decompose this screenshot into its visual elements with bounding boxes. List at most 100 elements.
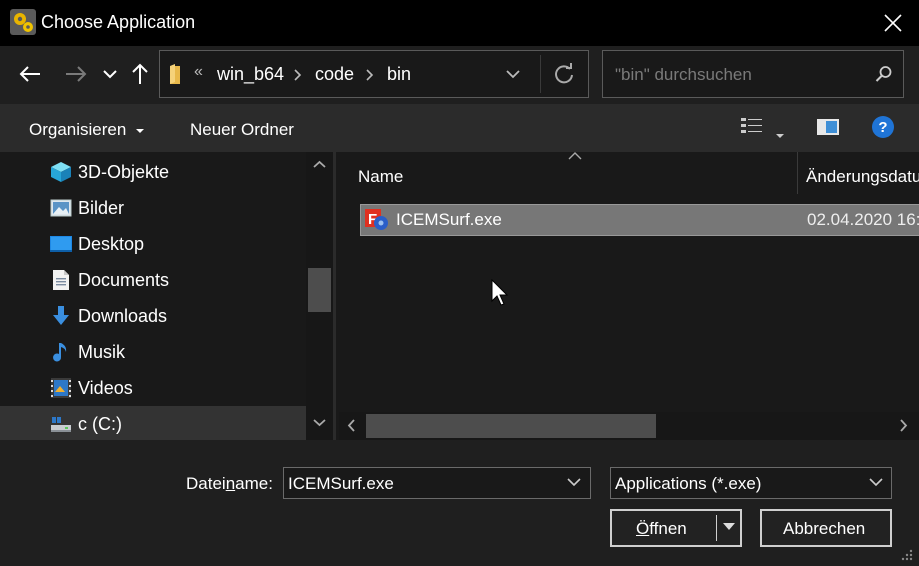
- cancel-button[interactable]: Abbrechen: [760, 509, 892, 547]
- caret-down-icon[interactable]: [722, 522, 736, 532]
- file-type-value[interactable]: Applications (*.exe): [615, 474, 761, 494]
- label-accelerator: n: [225, 474, 236, 493]
- chevron-down-icon[interactable]: [869, 476, 883, 488]
- dialog-footer: Dateiname: ICEMSurf.exe Applications (*.…: [0, 440, 919, 566]
- label-part: ame:: [235, 474, 273, 493]
- arrow-right-icon: [66, 66, 87, 82]
- view-options-button[interactable]: [740, 116, 764, 143]
- file-name: ICEMSurf.exe: [396, 210, 502, 229]
- arrow-left-icon: [19, 66, 40, 82]
- help-icon: ?: [872, 116, 894, 138]
- close-icon: [884, 14, 902, 32]
- cube-icon: [51, 162, 71, 182]
- sidebar-item-label: Desktop: [78, 234, 145, 254]
- address-bar[interactable]: « win_b64 code bin: [159, 50, 589, 98]
- label-part: ffnen: [649, 519, 687, 538]
- sidebar-item-label: 3D-Objekte: [78, 162, 170, 182]
- sidebar-item-pictures[interactable]: Bilder: [0, 190, 306, 226]
- filename-combobox[interactable]: ICEMSurf.exe: [283, 467, 591, 499]
- sidebar-item-label: Musik: [78, 342, 126, 362]
- scrollbar-thumb[interactable]: [366, 414, 656, 438]
- folder-icon: [170, 64, 180, 84]
- sidebar-scrollbar[interactable]: [306, 152, 333, 440]
- scroll-down-icon[interactable]: [313, 418, 326, 427]
- search-icon[interactable]: [875, 65, 893, 83]
- help-button[interactable]: ?: [871, 115, 895, 144]
- close-button[interactable]: [872, 6, 914, 40]
- chevron-down-icon[interactable]: [567, 476, 581, 488]
- overflow-chevron[interactable]: «: [194, 63, 203, 81]
- music-icon: [53, 343, 67, 362]
- sidebar-item-label: Documents: [78, 270, 170, 290]
- open-label: Öffnen: [636, 519, 687, 539]
- view-dropdown-button[interactable]: [775, 124, 785, 145]
- filename-value[interactable]: ICEMSurf.exe: [288, 474, 394, 494]
- sort-ascending-icon: [568, 152, 582, 160]
- chevron-right-icon[interactable]: [294, 69, 302, 81]
- sidebar-item-drive-c[interactable]: c (C:): [0, 406, 306, 440]
- desktop-icon: [50, 236, 72, 252]
- file-list: Name Änderungsdatum F ICEMSurf.exe 02.04…: [336, 152, 919, 440]
- command-bar: Organisieren Neuer Ordner ?: [0, 104, 919, 152]
- back-button[interactable]: [16, 60, 44, 88]
- scroll-up-icon[interactable]: [313, 160, 326, 169]
- pictures-icon: [50, 199, 72, 217]
- recent-locations-button[interactable]: [96, 60, 124, 88]
- arrow-up-icon: [132, 63, 148, 84]
- sidebar-item-downloads[interactable]: Downloads: [0, 298, 306, 334]
- app-gear-icon: [10, 9, 36, 35]
- navigation-pane: 3D-Objekte Bilder Desktop Documents Down…: [0, 152, 333, 440]
- chevron-down-icon: [103, 70, 117, 79]
- sidebar-item-videos[interactable]: Videos: [0, 370, 306, 406]
- breadcrumb-bin[interactable]: bin: [387, 64, 411, 85]
- filename-label: Dateiname:: [186, 474, 273, 494]
- sidebar-item-label: Downloads: [78, 306, 168, 326]
- preview-pane-button[interactable]: [816, 116, 840, 143]
- sidebar-item-3d-objects[interactable]: 3D-Objekte: [0, 154, 306, 190]
- cancel-label: Abbrechen: [783, 519, 866, 538]
- column-divider[interactable]: [797, 152, 798, 194]
- search-placeholder[interactable]: "bin" durchsuchen: [615, 65, 752, 85]
- divider: [540, 55, 541, 93]
- forward-button[interactable]: [62, 60, 90, 88]
- new-folder-button[interactable]: Neuer Ordner: [190, 120, 294, 140]
- resize-grip-icon[interactable]: [898, 546, 914, 562]
- horizontal-scrollbar[interactable]: [339, 412, 919, 440]
- open-button[interactable]: Öffnen: [610, 509, 742, 547]
- application-icon: F: [365, 209, 388, 230]
- svg-text:?: ?: [878, 119, 887, 136]
- caret-down-icon: [776, 134, 784, 138]
- sidebar-item-music[interactable]: Musik: [0, 334, 306, 370]
- up-button[interactable]: [126, 60, 154, 88]
- new-folder-label: Neuer Ordner: [190, 120, 294, 139]
- title-bar: Choose Application: [0, 0, 919, 46]
- sidebar-item-documents[interactable]: Documents: [0, 262, 306, 298]
- file-row[interactable]: F ICEMSurf.exe 02.04.2020 16:: [360, 204, 919, 236]
- download-icon: [53, 306, 69, 325]
- preview-pane-icon: [817, 119, 839, 135]
- breadcrumb-win-b64[interactable]: win_b64: [217, 64, 284, 85]
- sidebar-item-label: Bilder: [78, 198, 125, 218]
- window-title: Choose Application: [41, 12, 196, 32]
- file-type-select[interactable]: Applications (*.exe): [610, 467, 892, 499]
- organize-label: Organisieren: [29, 120, 127, 139]
- split-divider: [716, 515, 717, 541]
- drive-icon: [51, 417, 71, 432]
- details-view-icon: [741, 118, 762, 133]
- scroll-left-icon[interactable]: [347, 419, 356, 432]
- sidebar-item-desktop[interactable]: Desktop: [0, 226, 306, 262]
- refresh-icon[interactable]: [553, 63, 575, 85]
- chevron-down-icon[interactable]: [505, 63, 521, 85]
- label-part: Datei: [186, 474, 226, 493]
- chevron-right-icon[interactable]: [366, 69, 374, 81]
- scroll-right-icon[interactable]: [899, 419, 908, 432]
- search-box[interactable]: "bin" durchsuchen: [602, 50, 904, 98]
- file-date: 02.04.2020 16:: [807, 210, 919, 229]
- mouse-cursor-icon: [491, 279, 509, 306]
- label-accelerator: Ö: [636, 519, 650, 538]
- caret-down-icon: [136, 128, 145, 133]
- organize-menu[interactable]: Organisieren: [29, 120, 145, 140]
- scrollbar-thumb[interactable]: [308, 268, 331, 312]
- breadcrumb-code[interactable]: code: [315, 64, 354, 85]
- sidebar-item-label: c (C:): [78, 414, 122, 434]
